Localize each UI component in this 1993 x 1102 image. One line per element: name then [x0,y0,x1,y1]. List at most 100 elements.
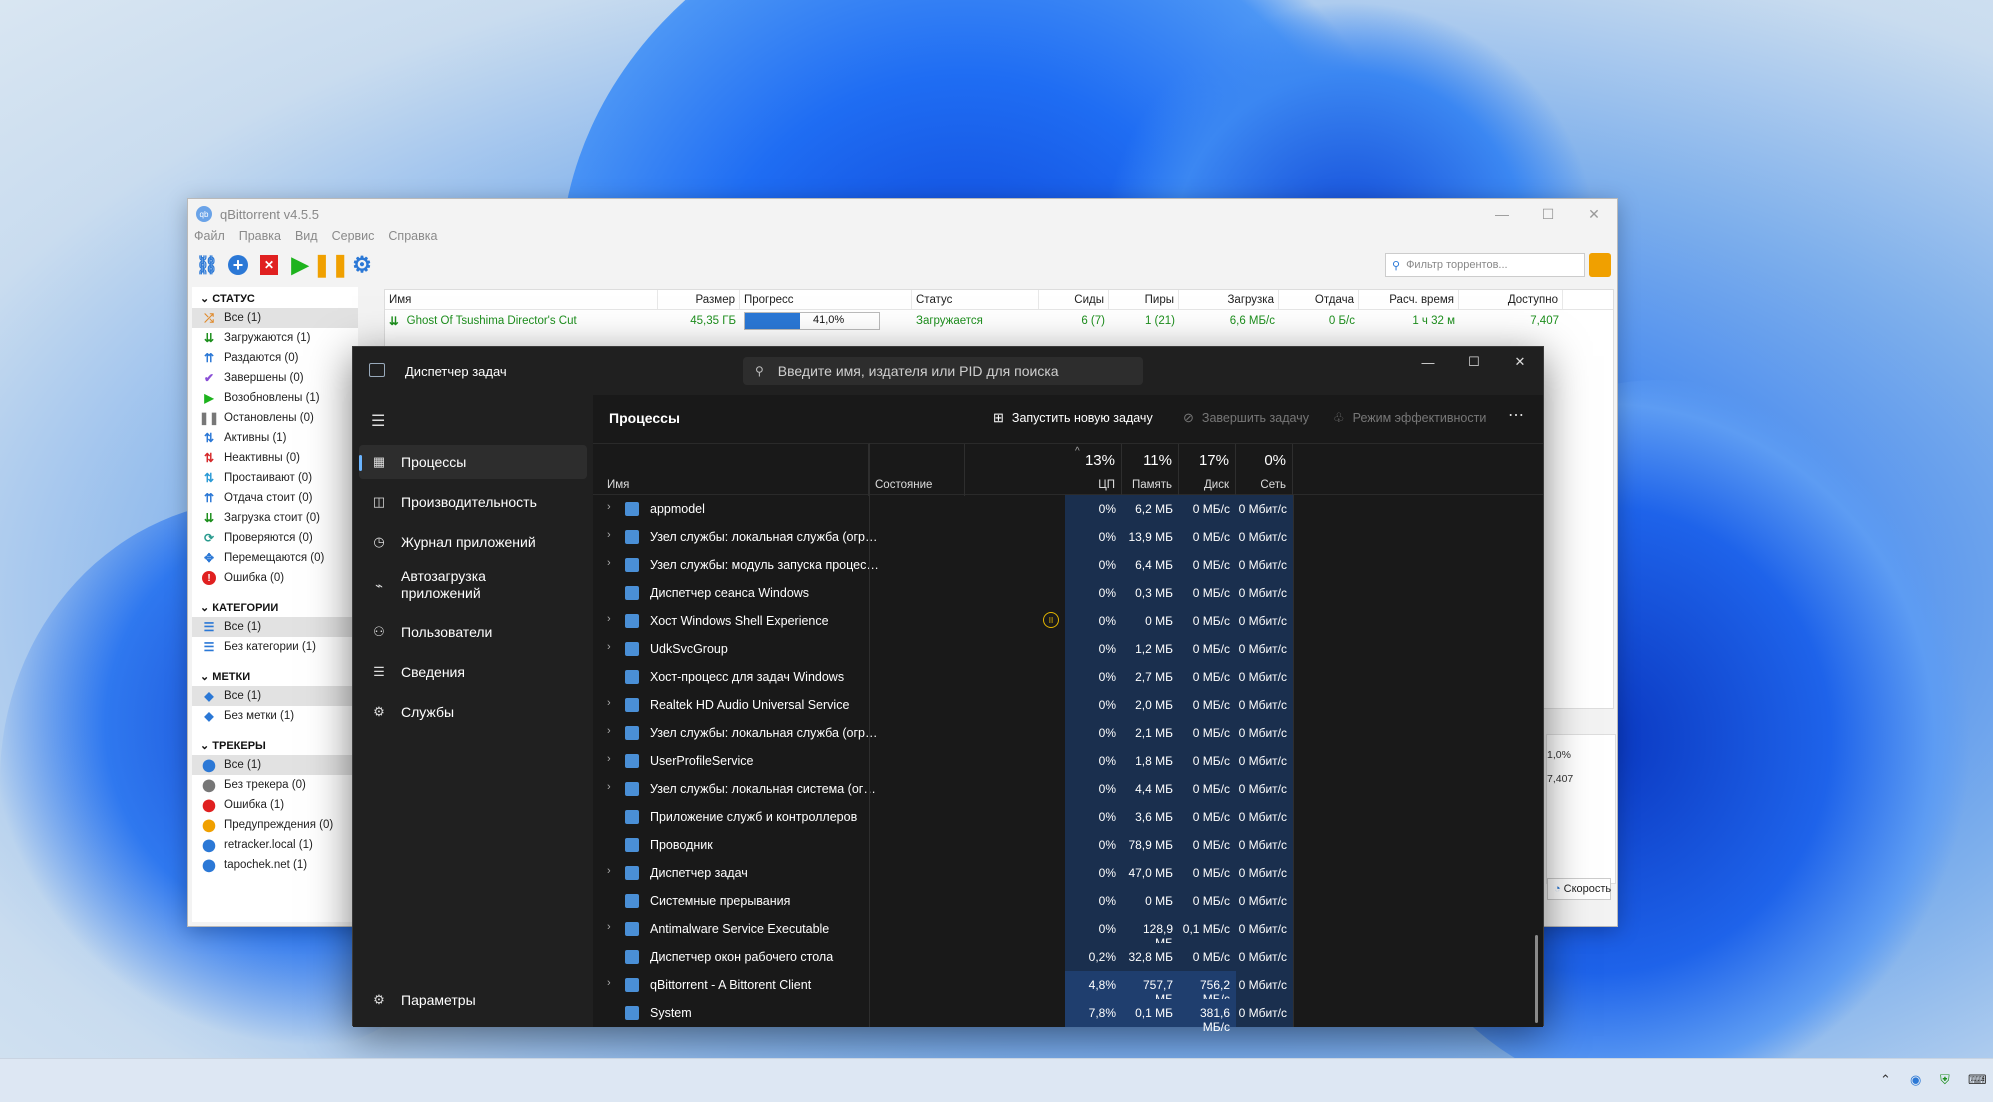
col-name[interactable]: Имя [593,444,869,496]
nav-users[interactable]: ⚇ Пользователи [359,615,587,649]
status-item-errored[interactable]: ! Ошибка (0) [192,568,358,588]
process-row[interactable]: Приложение служб и контроллеров 0% 3,6 МБ 0… [593,803,1543,831]
nav-services[interactable]: ⚙ Службы [359,695,587,729]
col-status[interactable]: Состояние [869,444,965,496]
hamburger-menu-icon[interactable]: ☰ [371,411,385,431]
process-row[interactable]: Проводник 0% 78,9 МБ 0 МБ/с 0 Мбит/с [593,831,1543,859]
torrent-row[interactable]: ⇊ Ghost Of Tsushima Director's Cut 45,35 … [385,310,1613,332]
more-options-icon[interactable]: ⋯ [1508,405,1524,425]
process-row[interactable]: Диспетчер окон рабочего стола 0,2% 32,8 МБ… [593,943,1543,971]
menu-help[interactable]: Справка [388,229,437,249]
process-row[interactable]: › Узел службы: локальная служба (ограниче… [593,719,1543,747]
qbittorrent-tray-icon[interactable]: ◉ [1910,1073,1921,1088]
process-row[interactable]: › Узел службы: модуль запуска процессов D… [593,551,1543,579]
nav-startup-apps[interactable]: ⌁ Автозагрузка приложений [359,563,587,607]
status-item-stalled[interactable]: ⇅ Простаивают (0) [192,468,358,488]
security-tray-icon[interactable]: ⛨ [1940,1073,1950,1088]
categories-section-header[interactable]: КАТЕГОРИИ [192,596,358,617]
status-item-checking[interactable]: ⟳ Проверяются (0) [192,528,358,548]
status-item-completed[interactable]: ✔ Завершены (0) [192,368,358,388]
col-status[interactable]: Статус [912,290,1039,309]
col-memory[interactable]: 11% Память [1122,444,1179,496]
status-item-inactive[interactable]: ⇅ Неактивны (0) [192,448,358,468]
col-download[interactable]: Загрузка [1179,290,1279,309]
add-torrent-icon[interactable]: + [225,252,251,278]
status-item-resumed[interactable]: ▶ Возобновлены (1) [192,388,358,408]
chevron-up-icon[interactable]: ⌃ [1880,1073,1891,1088]
process-row[interactable]: › Узел службы: локальная служба (ограниче… [593,523,1543,551]
tracker-item-trackerless[interactable]: ⬤ Без трекера (0) [192,775,358,795]
chevron-right-icon[interactable]: › [607,697,611,709]
col-network[interactable]: 0% Сеть [1236,444,1293,496]
status-item-moving[interactable]: ✥ Перемещаются (0) [192,548,358,568]
col-peers[interactable]: Пиры [1109,290,1179,309]
col-availability[interactable]: Доступно [1459,290,1563,309]
add-link-icon[interactable]: ⛓ [194,252,220,278]
status-item-upload-stalled[interactable]: ⇈ Отдача стоит (0) [192,488,358,508]
status-item-download-stalled[interactable]: ⇊ Загрузка стоит (0) [192,508,358,528]
tracker-item-warning[interactable]: ⬤ Предупреждения (0) [192,815,358,835]
col-upload[interactable]: Отдача [1279,290,1359,309]
process-row[interactable]: › Realtek HD Audio Universal Service 0% 2,0… [593,691,1543,719]
chevron-right-icon[interactable]: › [607,977,611,989]
tag-item-all[interactable]: ◆ Все (1) [192,686,358,706]
torrent-filter-input[interactable]: ⚲ Фильтр торрентов... [1385,253,1585,277]
status-item-downloading[interactable]: ⇊ Загружаются (1) [192,328,358,348]
col-disk[interactable]: 17% Диск [1179,444,1236,496]
process-row[interactable]: System 7,8% 0,1 МБ 381,6 МБ/с 0 Мбит/с [593,999,1543,1034]
chevron-right-icon[interactable]: › [607,781,611,793]
process-row[interactable]: › Antimalware Service Executable 0%128,9 М… [593,915,1543,950]
tag-item-untagged[interactable]: ◆ Без метки (1) [192,706,358,726]
tracker-item-all[interactable]: ⬤ Все (1) [192,755,358,775]
chevron-right-icon[interactable]: › [607,501,611,513]
close-button[interactable]: ✕ [1497,347,1543,377]
col-name[interactable]: Имя [385,290,658,309]
col-seeds[interactable]: Сиды [1039,290,1109,309]
chevron-right-icon[interactable]: › [607,529,611,541]
delete-icon[interactable]: ✕ [256,252,282,278]
speed-tab-button[interactable]: ◔ Скорость [1547,878,1611,900]
efficiency-mode-button[interactable]: ♧ Режим эффективности [1333,410,1486,426]
process-search-input[interactable]: ⚲ Введите имя, издателя или PID для поис… [743,357,1143,385]
close-button[interactable]: ✕ [1571,199,1617,229]
status-item-seeding[interactable]: ⇈ Раздаются (0) [192,348,358,368]
status-section-header[interactable]: СТАТУС [192,287,358,308]
minimize-button[interactable]: — [1405,347,1451,377]
chevron-right-icon[interactable]: › [607,641,611,653]
chevron-right-icon[interactable]: › [607,921,611,933]
settings-gear-icon[interactable]: ⚙ [349,252,375,278]
tags-section-header[interactable]: МЕТКИ [192,665,358,686]
nav-app-history[interactable]: ◷ Журнал приложений [359,525,587,559]
col-size[interactable]: Размер [658,290,740,309]
status-item-paused[interactable]: ❚❚ Остановлены (0) [192,408,358,428]
col-progress[interactable]: Прогресс [740,290,912,309]
lock-icon[interactable] [1589,253,1611,277]
tracker-item-tapochek[interactable]: ⬤ tapochek.net (1) [192,855,358,875]
resume-icon[interactable]: ▶ [287,252,313,278]
process-row[interactable]: Системные прерывания 0% 0 МБ 0 МБ/с 0 Мбит/с [593,887,1543,915]
chevron-right-icon[interactable]: › [607,613,611,625]
status-item-active[interactable]: ⇅ Активны (1) [192,428,358,448]
chevron-right-icon[interactable]: › [607,557,611,569]
end-task-button[interactable]: ⊘ Завершить задачу [1183,410,1309,426]
category-item-all[interactable]: ☰ Все (1) [192,617,358,637]
run-new-task-button[interactable]: ⊞ Запустить новую задачу [993,410,1153,426]
process-row[interactable]: › appmodel 0% 6,2 МБ 0 МБ/с 0 Мбит/с [593,495,1543,523]
scrollbar[interactable] [1535,935,1538,1023]
menu-edit[interactable]: Правка [239,229,281,249]
process-row[interactable]: › qBittorrent - A Bittorent Client 4,8% 757… [593,971,1543,1006]
trackers-section-header[interactable]: ТРЕКЕРЫ [192,734,358,755]
tracker-item-error[interactable]: ⬤ Ошибка (1) [192,795,358,815]
pause-icon[interactable]: ❚❚ [313,252,350,278]
menu-tools[interactable]: Сервис [332,229,375,249]
process-row[interactable]: Диспетчер сеанса Windows 0% 0,3 МБ 0 МБ/с 0 … [593,579,1543,607]
menu-view[interactable]: Вид [295,229,318,249]
nav-processes[interactable]: ▦ Процессы [359,445,587,479]
process-row[interactable]: › Диспетчер задач 0% 47,0 МБ 0 МБ/с 0 Мбит/с [593,859,1543,887]
process-row[interactable]: › Узел службы: локальная система (огранич… [593,775,1543,803]
maximize-button[interactable]: ☐ [1451,347,1497,377]
chevron-right-icon[interactable]: › [607,865,611,877]
process-row[interactable]: Хост-процесс для задач Windows 0% 2,7 МБ 0 … [593,663,1543,691]
chevron-right-icon[interactable]: › [607,725,611,737]
tracker-item-retracker[interactable]: ⬤ retracker.local (1) [192,835,358,855]
